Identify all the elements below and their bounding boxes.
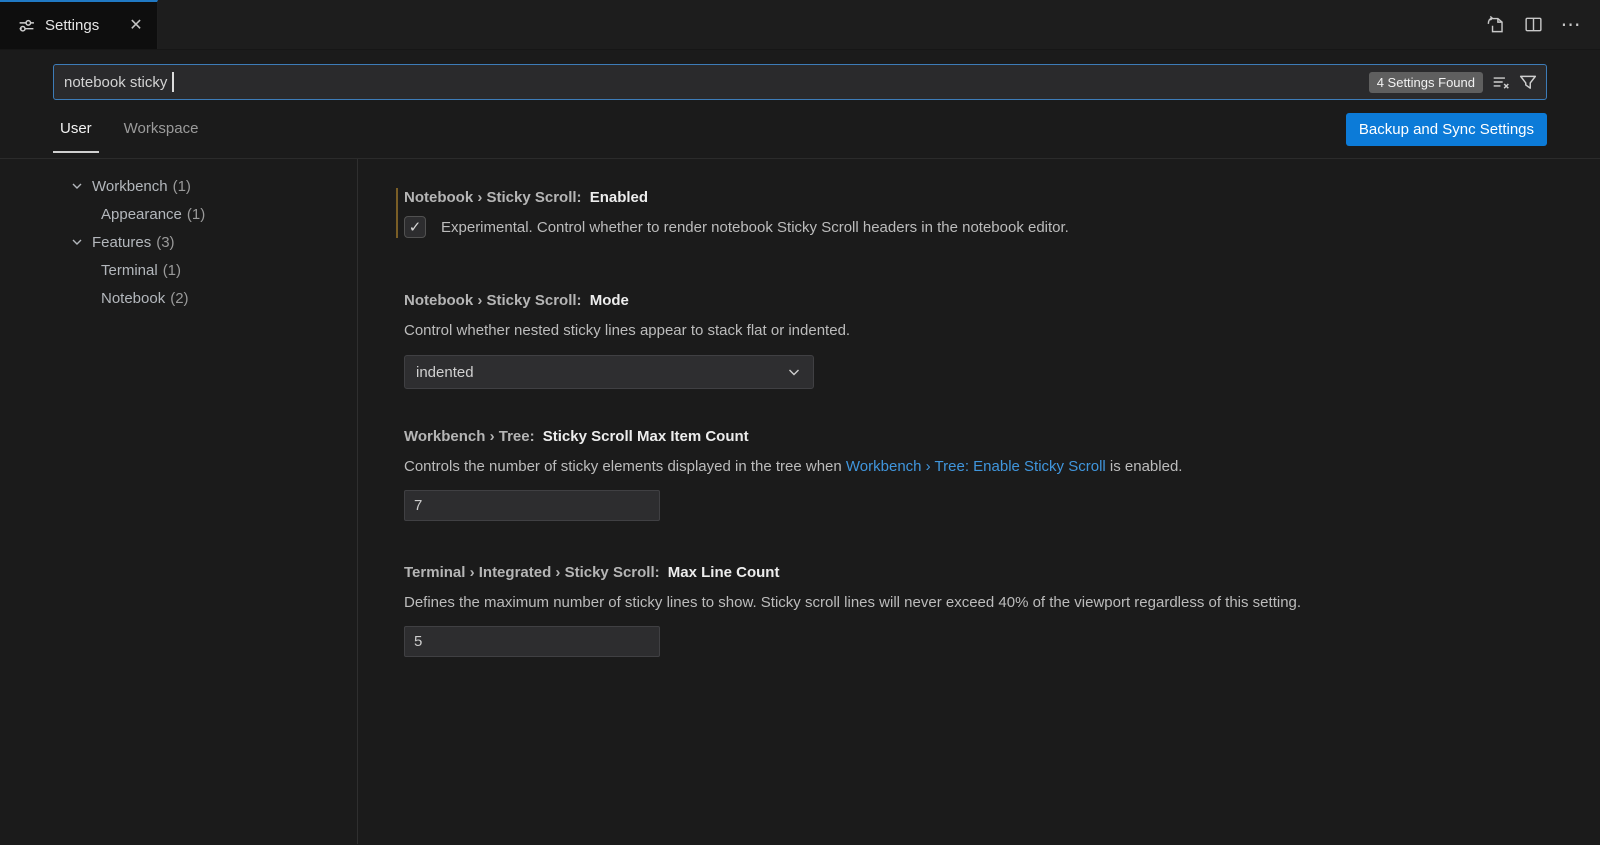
checkmark-icon: ✓ — [409, 218, 422, 236]
setting-link[interactable]: Workbench › Tree: Enable Sticky Scroll — [846, 458, 1106, 475]
more-actions-icon[interactable]: ⋯ — [1556, 10, 1586, 40]
setting-checkbox[interactable]: ✓ — [404, 216, 426, 238]
settings-sliders-icon — [18, 17, 35, 34]
clear-search-icon[interactable] — [1492, 73, 1510, 91]
setting-title: Notebook › Sticky Scroll: Enabled — [404, 188, 1560, 207]
setting-item-terminal-sticky-scroll-max-line-count: Terminal › Integrated › Sticky Scroll: M… — [392, 563, 1560, 657]
setting-description: Defines the maximum number of sticky lin… — [404, 593, 1560, 612]
filter-icon[interactable] — [1519, 73, 1537, 91]
setting-category: Workbench › Tree: — [404, 428, 535, 445]
toc-item-label: Features — [92, 234, 151, 251]
toc-item-features[interactable]: Features (3) — [0, 228, 357, 256]
chevron-down-icon — [70, 235, 92, 249]
setting-description: Controls the number of sticky elements d… — [404, 457, 1560, 476]
setting-description: Experimental. Control whether to render … — [441, 218, 1069, 237]
split-editor-icon[interactable] — [1518, 10, 1548, 40]
settings-header: notebook sticky 4 Settings Found User Wo… — [0, 50, 1600, 159]
setting-category: Terminal › Integrated › Sticky Scroll: — [404, 564, 660, 581]
setting-number-input[interactable] — [404, 490, 660, 521]
toc-item-appearance[interactable]: Appearance (1) — [0, 200, 357, 228]
settings-toc: Workbench (1) Appearance (1) Features (3… — [0, 159, 358, 844]
setting-category: Notebook › Sticky Scroll: — [404, 189, 582, 206]
toc-item-workbench[interactable]: Workbench (1) — [0, 172, 357, 200]
setting-name: Mode — [590, 292, 629, 309]
toc-item-count: (2) — [170, 290, 188, 307]
toc-item-terminal[interactable]: Terminal (1) — [0, 256, 357, 284]
editor-tab-strip: Settings ✕ ⋯ — [0, 0, 1600, 50]
toc-item-count: (1) — [163, 262, 181, 279]
setting-category: Notebook › Sticky Scroll: — [404, 292, 582, 309]
tab-close-icon[interactable]: ✕ — [125, 15, 147, 37]
settings-count-badge: 4 Settings Found — [1369, 72, 1483, 93]
toc-item-count: (3) — [156, 234, 174, 251]
toc-item-count: (1) — [173, 178, 191, 195]
search-query-text: notebook sticky — [64, 74, 167, 91]
chevron-down-icon — [786, 364, 802, 380]
toc-item-label: Appearance — [101, 206, 182, 223]
scope-tabs: User Workspace Backup and Sync Settings — [53, 100, 1547, 158]
setting-name: Enabled — [590, 189, 648, 206]
setting-title: Workbench › Tree: Sticky Scroll Max Item… — [404, 427, 1560, 446]
toc-item-count: (1) — [187, 206, 205, 223]
setting-select-dropdown[interactable]: indented — [404, 355, 814, 389]
setting-number-input[interactable] — [404, 626, 660, 657]
settings-tab[interactable]: Settings ✕ — [0, 0, 158, 49]
setting-item-notebook-sticky-scroll-enabled: Notebook › Sticky Scroll: Enabled ✓ Expe… — [392, 188, 1560, 238]
tab-label: Settings — [45, 17, 99, 34]
settings-body: Workbench (1) Appearance (1) Features (3… — [0, 159, 1600, 844]
setting-name: Sticky Scroll Max Item Count — [543, 428, 749, 445]
text-caret — [172, 72, 174, 92]
setting-item-tree-sticky-scroll-max-item-count: Workbench › Tree: Sticky Scroll Max Item… — [392, 427, 1560, 521]
setting-item-notebook-sticky-scroll-mode: Notebook › Sticky Scroll: Mode Control w… — [392, 291, 1560, 389]
editor-actions: ⋯ — [1480, 0, 1600, 49]
toc-item-label: Terminal — [101, 262, 158, 279]
setting-description: Control whether nested sticky lines appe… — [404, 321, 1560, 340]
setting-name: Max Line Count — [668, 564, 780, 581]
scope-tab-workspace[interactable]: Workspace — [117, 106, 206, 153]
toc-item-label: Notebook — [101, 290, 165, 307]
select-value: indented — [416, 364, 474, 381]
toc-item-label: Workbench — [92, 178, 168, 195]
backup-sync-settings-button[interactable]: Backup and Sync Settings — [1346, 113, 1547, 146]
chevron-down-icon — [70, 179, 92, 193]
settings-list: Notebook › Sticky Scroll: Enabled ✓ Expe… — [358, 159, 1600, 844]
setting-title: Terminal › Integrated › Sticky Scroll: M… — [404, 563, 1560, 582]
scope-tab-user[interactable]: User — [53, 106, 99, 153]
open-settings-json-icon[interactable] — [1480, 10, 1510, 40]
toc-item-notebook[interactable]: Notebook (2) — [0, 284, 357, 312]
setting-title: Notebook › Sticky Scroll: Mode — [404, 291, 1560, 310]
settings-search-input[interactable]: notebook sticky 4 Settings Found — [53, 64, 1547, 100]
